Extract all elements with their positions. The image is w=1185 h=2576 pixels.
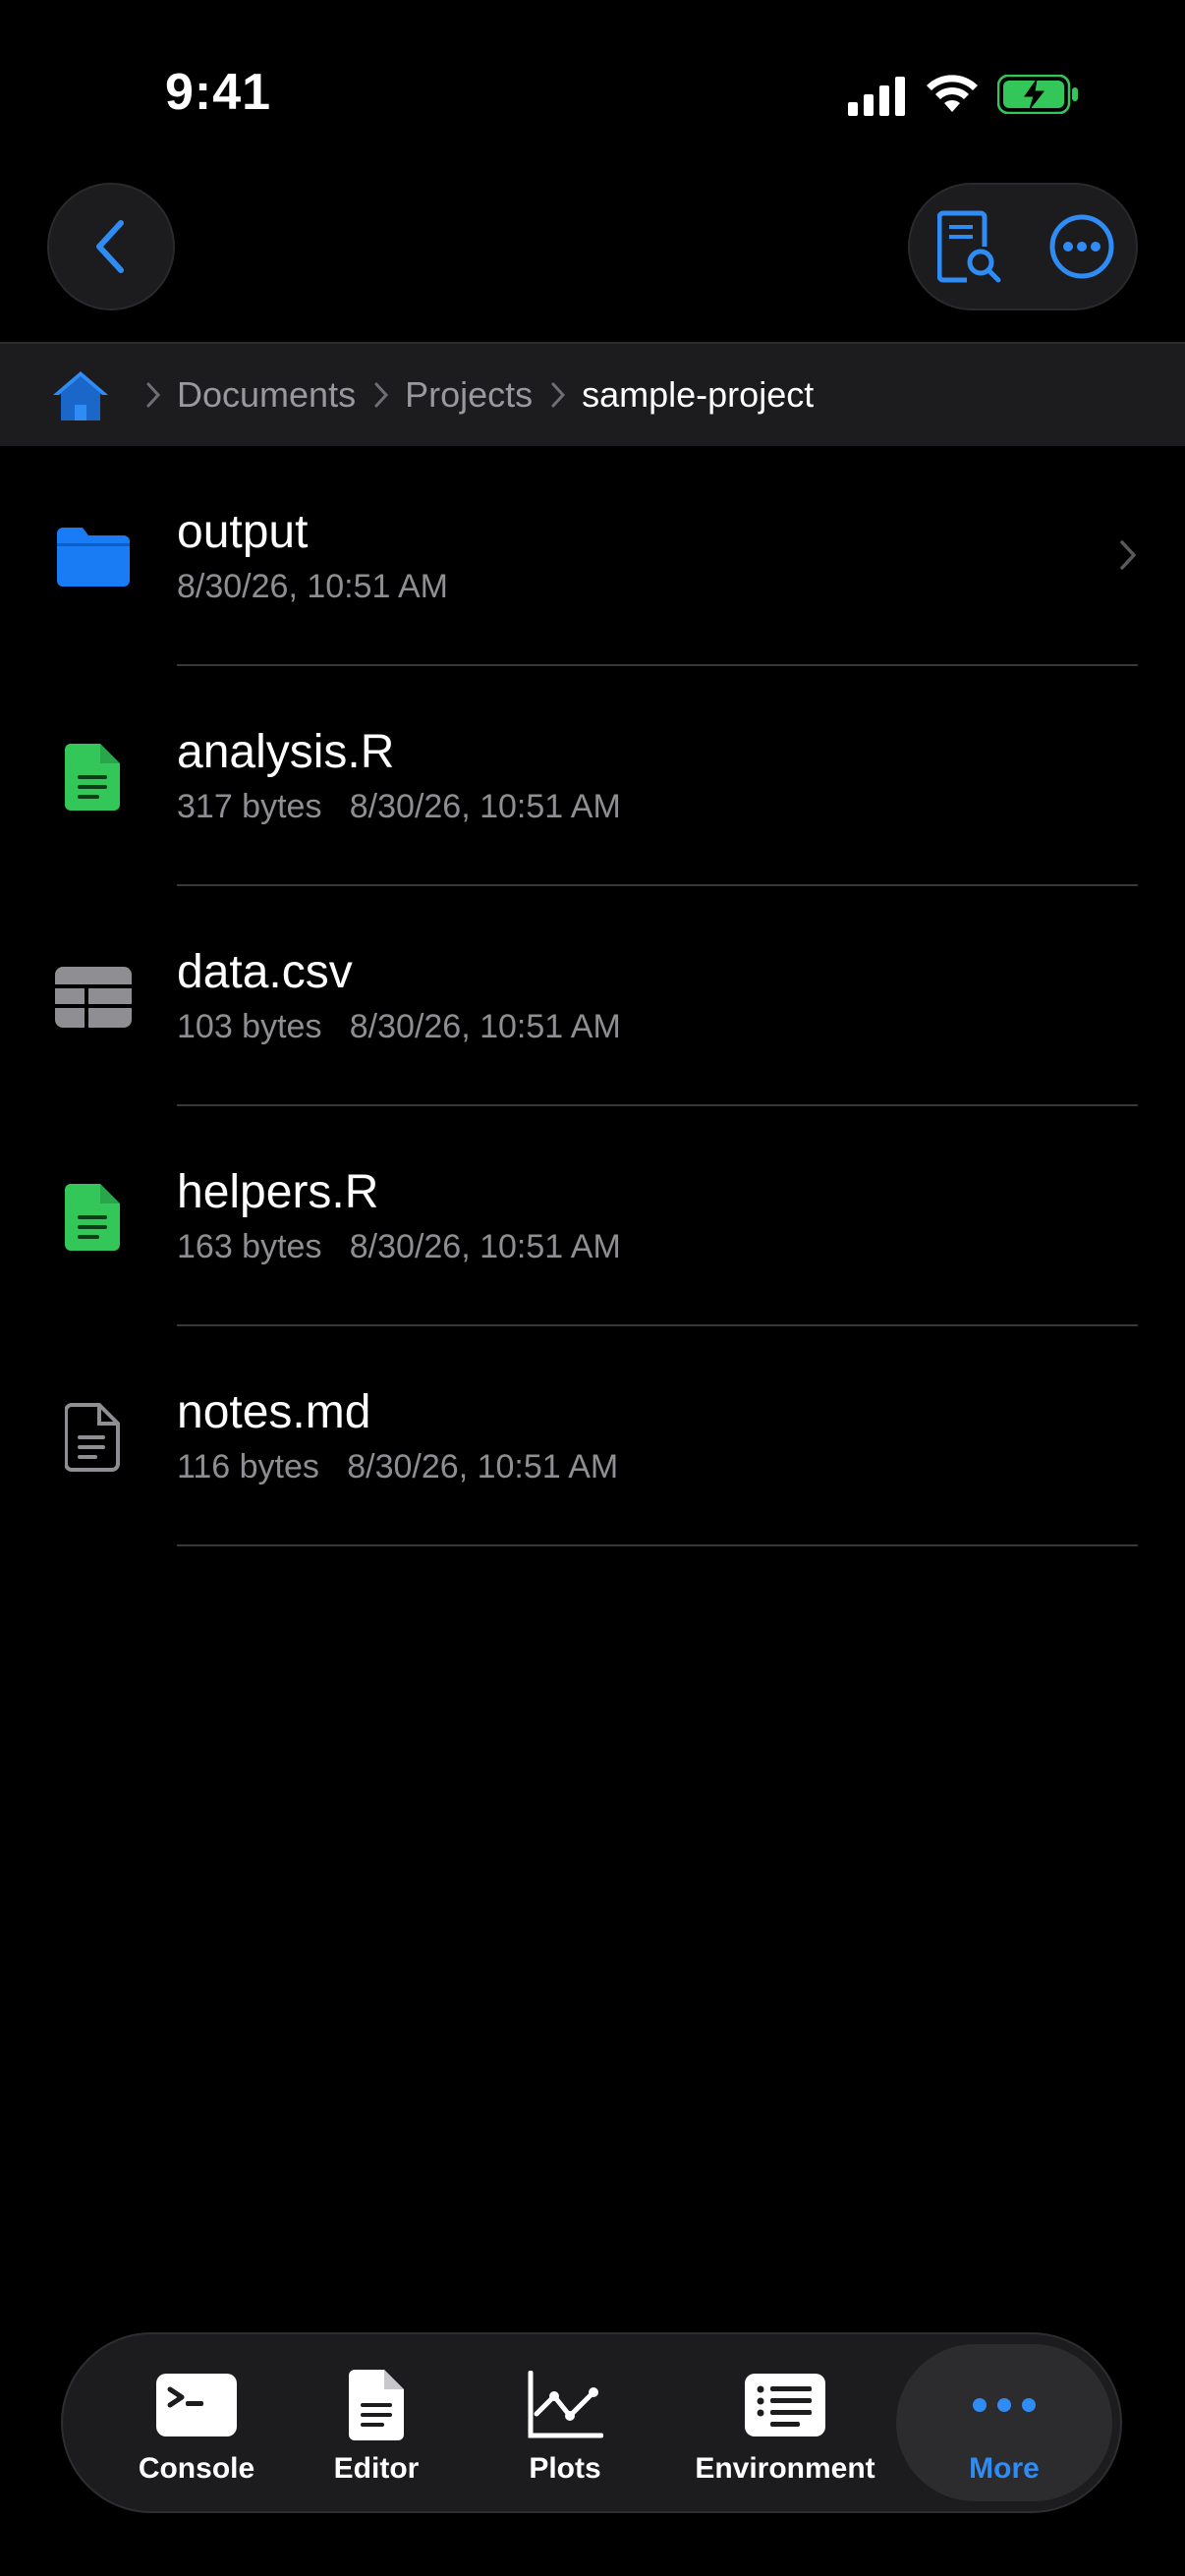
breadcrumb-separator-icon: [373, 381, 389, 409]
breadcrumb-separator-icon: [550, 381, 566, 409]
tab-editor[interactable]: Editor: [312, 2334, 440, 2511]
file-list: output 8/30/26, 10:51 AM analysis.R 317 …: [0, 446, 1185, 1546]
home-icon: [53, 371, 108, 420]
home-button[interactable]: [51, 367, 110, 422]
tab-environment[interactable]: Environment: [682, 2334, 888, 2511]
chevron-right-icon: [1120, 540, 1137, 570]
status-time: 9:41: [165, 64, 272, 121]
ellipsis-icon: [973, 2398, 1036, 2412]
file-name: notes.md: [177, 1386, 371, 1438]
file-meta: 163 bytes 8/30/26, 10:51 AM: [177, 1228, 621, 1265]
tab-bar: Console Editor Plots Environment More: [61, 2332, 1122, 2513]
breadcrumb-item-current: sample-project: [582, 374, 815, 415]
file-meta: 116 bytes 8/30/26, 10:51 AM: [177, 1448, 619, 1485]
file-meta: 103 bytes 8/30/26, 10:51 AM: [177, 1008, 621, 1045]
tab-label: Console: [138, 2452, 255, 2485]
list-item-notes-md[interactable]: notes.md 116 bytes 8/30/26, 10:51 AM: [0, 1326, 1185, 1546]
divider: [177, 1544, 1138, 1546]
breadcrumb-separator-icon: [145, 381, 161, 409]
list-item-analysis-r[interactable]: analysis.R 317 bytes 8/30/26, 10:51 AM: [0, 666, 1185, 886]
search-document-button[interactable]: [926, 202, 1014, 291]
list-item-data-csv[interactable]: data.csv 103 bytes 8/30/26, 10:51 AM: [0, 886, 1185, 1106]
file-name: data.csv: [177, 946, 353, 998]
r-file-icon: [51, 1175, 136, 1260]
breadcrumb-item-documents[interactable]: Documents: [177, 374, 356, 416]
list-item-output[interactable]: output 8/30/26, 10:51 AM: [0, 446, 1185, 666]
tab-console[interactable]: Console: [108, 2334, 285, 2511]
tab-label: Plots: [529, 2452, 601, 2485]
terminal-icon: [156, 2374, 237, 2436]
file-name: helpers.R: [177, 1166, 379, 1218]
line-chart-icon: [528, 2371, 603, 2438]
ellipsis-circle-icon: [1049, 214, 1114, 279]
document-search-icon: [937, 210, 1001, 283]
tab-more[interactable]: More: [896, 2344, 1112, 2501]
document-text-icon: [349, 2370, 404, 2440]
breadcrumb: Documents Projects sample-project: [0, 342, 1185, 446]
status-bar: 9:41: [0, 0, 1185, 187]
document-icon: [51, 1395, 136, 1480]
file-meta: 317 bytes 8/30/26, 10:51 AM: [177, 788, 621, 825]
file-name: analysis.R: [177, 726, 395, 778]
battery-charging-icon: [997, 75, 1078, 114]
list-icon: [745, 2374, 825, 2436]
wifi-icon: [927, 75, 978, 112]
r-file-icon: [51, 735, 136, 819]
list-item-helpers-r[interactable]: helpers.R 163 bytes 8/30/26, 10:51 AM: [0, 1106, 1185, 1326]
toolbar-actions: [908, 183, 1138, 310]
file-meta: 8/30/26, 10:51 AM: [177, 568, 448, 605]
breadcrumb-item-projects[interactable]: Projects: [405, 374, 533, 416]
tab-label: More: [969, 2452, 1040, 2485]
cellular-signal-icon: [848, 77, 905, 116]
more-options-button[interactable]: [1038, 202, 1126, 291]
table-icon: [51, 955, 136, 1039]
file-name: output: [177, 506, 309, 558]
tab-plots[interactable]: Plots: [501, 2334, 629, 2511]
folder-icon: [51, 515, 136, 599]
back-button[interactable]: [47, 183, 175, 310]
chevron-left-icon: [96, 220, 124, 273]
tab-label: Editor: [333, 2452, 420, 2485]
tab-label: Environment: [695, 2452, 875, 2485]
